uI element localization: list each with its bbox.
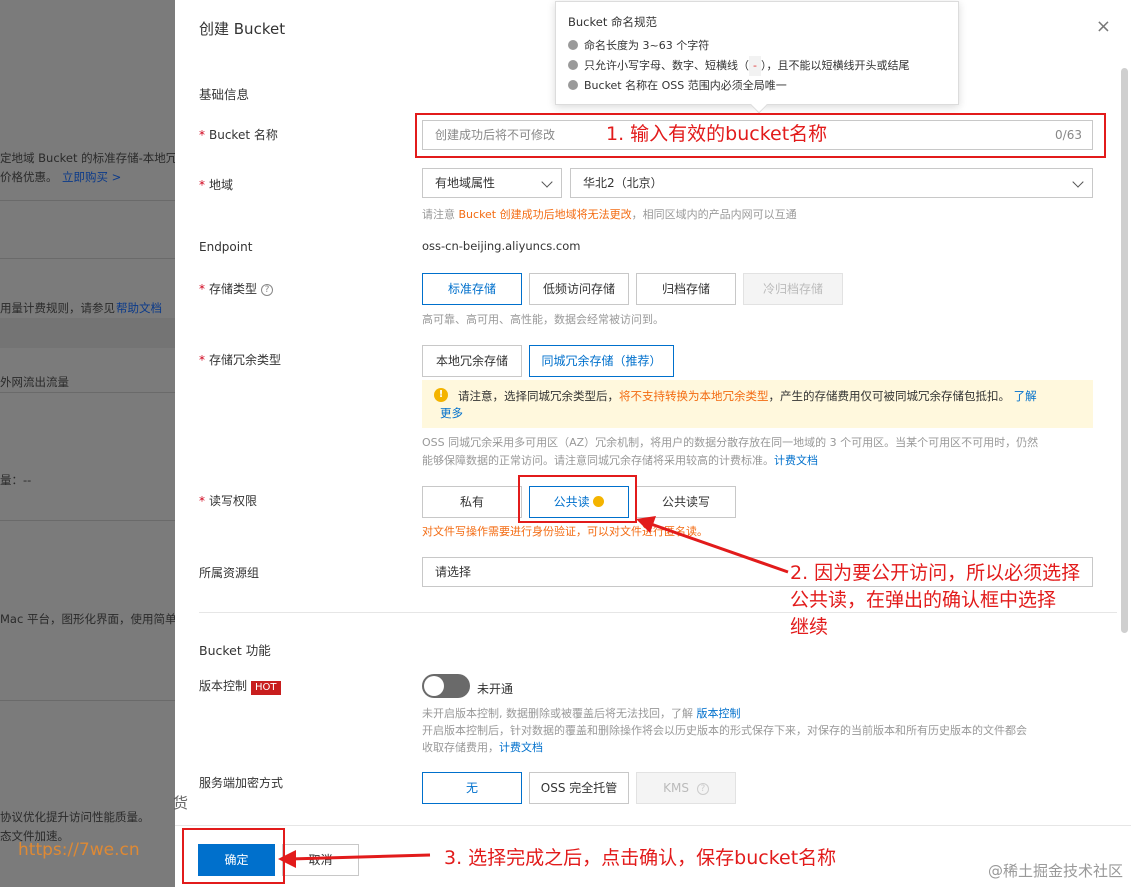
redundancy-label: * 存储冗余类型 xyxy=(199,353,282,367)
bg-text: 定地域 Bucket 的标准存储-本地冗 xyxy=(0,151,175,165)
storage-ia-option[interactable]: 低频访问存储 xyxy=(529,273,629,305)
region-attribute-value: 有地域属性 xyxy=(435,176,496,190)
encryption-oss-option[interactable]: OSS 完全托管 xyxy=(529,772,629,804)
check-icon xyxy=(568,60,578,70)
storage-class-label: * 存储类型? xyxy=(199,280,274,297)
region-hint: 请注意 Bucket 创建成功后地域将无法更改，相同区域内的产品内网可以互通 xyxy=(422,208,797,221)
bg-divider xyxy=(0,520,175,521)
learn-more-link[interactable]: 了解 xyxy=(1014,389,1037,403)
region-attribute-select[interactable]: 有地域属性 xyxy=(422,168,562,198)
versioning-label: 版本控制 HOT xyxy=(199,677,281,695)
versioning-toggle[interactable] xyxy=(422,674,470,698)
naming-rules-popover: Bucket 命名规范 命名长度为 3~63 个字符 只允许小写字母、数字、短横… xyxy=(555,1,959,114)
rule-item: 命名长度为 3~63 个字符 xyxy=(568,36,946,56)
hot-badge: HOT xyxy=(251,681,281,695)
region-value: 华北2（北京） xyxy=(583,176,663,190)
versioning-hint: 未开启版本控制, 数据删除或被覆盖后将无法找回，了解 版本控制 开启版本控制后，… xyxy=(422,707,1027,754)
toggle-knob xyxy=(424,676,444,696)
encryption-label: 服务端加密方式 xyxy=(199,776,284,790)
scrollbar[interactable] xyxy=(1121,68,1128,633)
storage-class-hint: 高可靠、高可用、高性能，数据会经常被访问到。 xyxy=(422,313,664,326)
bg-text: 价格优惠。 xyxy=(0,170,58,184)
watermark-juejin: @稀土掘金技术社区 xyxy=(987,862,1123,880)
watermark-site: https://7we.cn xyxy=(18,840,140,860)
storage-standard-option[interactable]: 标准存储 xyxy=(422,273,522,305)
help-icon[interactable]: ? xyxy=(261,283,274,296)
acl-private-option[interactable]: 私有 xyxy=(422,486,522,518)
background-page: 定地域 Bucket 的标准存储-本地冗 价格优惠。 立即购买 > 用量计费规则… xyxy=(0,0,175,887)
bg-buy-link[interactable]: 立即购买 > xyxy=(62,169,121,185)
popover-title: Bucket 命名规范 xyxy=(568,15,657,29)
redundancy-warning: ! 请注意，选择同城冗余类型后，将不支持转换为本地冗余类型，产生的存储费用仅可被… xyxy=(422,380,1093,428)
endpoint-label: Endpoint xyxy=(199,240,253,254)
bg-divider xyxy=(0,258,175,259)
learn-more-link-2[interactable]: 更多 xyxy=(440,406,463,420)
rule-item: Bucket 名称在 OSS 范围内必须全局唯一 xyxy=(568,76,946,96)
close-icon[interactable]: × xyxy=(1096,16,1111,37)
section-bucket-features: Bucket 功能 xyxy=(199,643,271,658)
annotation-step-2-line1: 2. 因为要公开访问，所以必须选择 xyxy=(790,562,1081,584)
bg-text: Mac 平台，图形化界面，使用简单 xyxy=(0,612,175,626)
bg-text: 量：-- xyxy=(0,473,32,487)
annotation-box-confirm xyxy=(182,828,285,884)
redundancy-desc: OSS 同城冗余采用多可用区（AZ）冗余机制，将用户的数据分散存放在同一地域的 … xyxy=(422,436,1039,467)
annotation-step-3: 3. 选择完成之后，点击确认，保存bucket名称 xyxy=(444,847,837,869)
redundancy-lrs-option[interactable]: 本地冗余存储 xyxy=(422,345,522,377)
bg-divider xyxy=(0,200,175,201)
resource-group-placeholder: 请选择 xyxy=(435,565,472,579)
bg-text: 用量计费规则，请参见 xyxy=(0,301,115,315)
encryption-kms-option: KMS ? xyxy=(636,772,736,804)
annotation-step-2-line3: 继续 xyxy=(790,616,829,638)
endpoint-value: oss-cn-beijing.aliyuncs.com xyxy=(422,239,581,253)
bg-text: 协议优化提升访问性能质量。 xyxy=(0,810,150,824)
acl-label: * 读写权限 xyxy=(199,494,258,508)
section-basic-info: 基础信息 xyxy=(199,87,250,102)
chevron-down-icon xyxy=(1072,176,1084,188)
bg-divider xyxy=(0,700,175,701)
check-icon xyxy=(568,80,578,90)
versioning-state: 未开通 xyxy=(477,682,514,696)
annotation-box-acl xyxy=(518,475,637,523)
acl-public-read-write-option[interactable]: 公共读写 xyxy=(636,486,736,518)
bucket-name-label: * Bucket 名称 xyxy=(199,128,278,142)
annotation-step-1: 1. 输入有效的bucket名称 xyxy=(606,123,828,145)
resource-group-label: 所属资源组 xyxy=(199,566,260,580)
warning-icon: ! xyxy=(434,388,448,402)
bg-divider xyxy=(0,392,175,393)
bg-text: 外网流出流量 xyxy=(0,375,69,389)
billing-doc-link[interactable]: 计费文档 xyxy=(774,454,818,467)
drawer-title: 创建 Bucket xyxy=(199,20,286,38)
region-label: * 地域 xyxy=(199,178,234,192)
check-icon xyxy=(568,40,578,50)
storage-archive-option[interactable]: 归档存储 xyxy=(636,273,736,305)
rule-item: 只允许小写字母、数字、短横线（ - ），且不能以短横线开头或结尾 xyxy=(568,56,946,76)
encryption-none-option[interactable]: 无 xyxy=(422,772,522,804)
help-icon: ? xyxy=(696,782,709,795)
storage-cold-archive-option: 冷归档存储 xyxy=(743,273,843,305)
acl-warning: 对文件写操作需要进行身份验证，可以对文件进行匿名读。 xyxy=(422,525,708,538)
region-select[interactable]: 华北2（北京） xyxy=(570,168,1093,198)
versioning-billing-link[interactable]: 计费文档 xyxy=(499,741,543,754)
bg-help-link[interactable]: 帮助文档 xyxy=(116,300,162,316)
redundancy-zrs-option[interactable]: 同城冗余存储（推荐） xyxy=(529,345,674,377)
versioning-doc-link[interactable]: 版本控制 xyxy=(697,707,741,720)
watermark-huo: 货 xyxy=(173,794,189,812)
annotation-step-2-line2: 公共读，在弹出的确认框中选择 xyxy=(790,589,1057,611)
chevron-down-icon xyxy=(541,176,553,188)
bg-band xyxy=(0,318,175,348)
cancel-button[interactable]: 取消 xyxy=(282,844,359,876)
